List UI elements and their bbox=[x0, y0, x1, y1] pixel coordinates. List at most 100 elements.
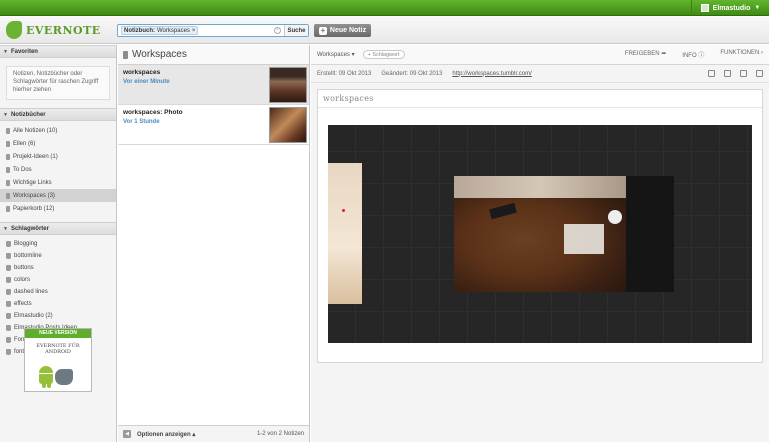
favorites-title: Favoriten bbox=[10, 48, 38, 55]
note-content[interactable]: workspaces bbox=[317, 89, 763, 363]
collapse-triangle-icon: ▼ bbox=[3, 225, 8, 232]
tag-label: effects bbox=[14, 301, 32, 307]
android-promo-banner[interactable]: NEUE VERSION EVERNOTE FÜR ANDROID bbox=[24, 328, 92, 392]
tag-icon bbox=[6, 301, 11, 307]
tag-label: buttons bbox=[14, 265, 34, 271]
sidebar: ▼ Favoriten Notizen, Notizbücher oder Sc… bbox=[0, 45, 117, 442]
user-avatar bbox=[700, 4, 709, 12]
search-filter-chip[interactable]: Notizbuch: Workspaces × bbox=[121, 26, 199, 35]
collapse-arrow-icon[interactable]: ◀ bbox=[123, 430, 131, 438]
tag-icon bbox=[6, 241, 11, 247]
sidebar-item-workspaces[interactable]: Workspaces (3) bbox=[0, 189, 116, 202]
sidebar-tag-elmastudio[interactable]: Elmastudio (2) bbox=[0, 310, 116, 322]
logo-text: EVERNOTE bbox=[26, 23, 101, 37]
sidebar-item-ellen[interactable]: Ellen (6) bbox=[0, 137, 116, 150]
note-list: Workspaces workspaces Vor einer Minute w… bbox=[118, 45, 310, 442]
notebook-icon bbox=[6, 140, 10, 147]
source-url-link[interactable]: http://workspaces.tumblr.com/ bbox=[452, 71, 531, 77]
tag-icon bbox=[6, 253, 11, 259]
functions-label: FUNKTIONEN bbox=[720, 50, 760, 56]
tag-icon bbox=[6, 265, 11, 271]
tag-label: colors bbox=[14, 277, 31, 283]
chip-close-icon[interactable]: × bbox=[192, 28, 196, 34]
promo-line-2: ANDROID bbox=[45, 349, 71, 355]
tag-icon bbox=[6, 325, 11, 331]
sidebar-item-alle-notizen[interactable]: Alle Notizen (10) bbox=[0, 124, 116, 137]
promo-band: NEUE VERSION bbox=[25, 329, 91, 338]
side-photo-strip bbox=[328, 163, 362, 304]
share-button[interactable]: FREIGEBEN ➦ bbox=[625, 50, 666, 59]
tag-icon bbox=[6, 289, 11, 295]
evernote-elephant-icon bbox=[55, 369, 73, 385]
info-label: INFO bbox=[682, 53, 697, 59]
changed-date: Geändert: 09 Okt 2013 bbox=[381, 70, 443, 77]
red-marker bbox=[342, 209, 345, 212]
created-date: Erstellt: 09 Okt 2013 bbox=[317, 70, 372, 77]
header: EVERNOTE Notizbuch: Workspaces × × Suche… bbox=[0, 17, 769, 44]
elephant-logo-icon bbox=[6, 21, 22, 39]
info-icon: ⓘ bbox=[698, 53, 705, 59]
copy-icon[interactable] bbox=[724, 70, 731, 77]
user-name: Elmastudio bbox=[712, 4, 751, 12]
notebook-label: Wichtige Links bbox=[13, 179, 52, 186]
tags-header[interactable]: ▼ Schlagwörter bbox=[0, 222, 116, 235]
notebook-icon bbox=[6, 153, 10, 160]
favorites-header[interactable]: ▼ Favoriten bbox=[0, 45, 116, 58]
evernote-logo[interactable]: EVERNOTE bbox=[6, 21, 101, 39]
duplicate-icon[interactable] bbox=[740, 70, 747, 77]
trash-icon bbox=[6, 205, 10, 212]
favorites-dropzone[interactable]: Notizen, Notizbücher oder Schlagwörter f… bbox=[6, 66, 110, 100]
notebooks-title: Notizbücher bbox=[10, 111, 46, 118]
tag-label: dashed lines bbox=[14, 289, 48, 295]
note-thumbnail bbox=[269, 107, 307, 143]
notebook-select[interactable]: Workspaces ▾ bbox=[317, 51, 355, 58]
desk-photo bbox=[454, 176, 626, 292]
editor-toolbar: Workspaces ▾ + Schlagwort FREIGEBEN ➦ IN… bbox=[311, 45, 769, 65]
tags-title: Schlagwörter bbox=[10, 225, 49, 232]
notebooks-header[interactable]: ▼ Notizbücher bbox=[0, 108, 116, 121]
new-note-button[interactable]: + Neue Notiz bbox=[314, 24, 371, 37]
tag-label: Blogging bbox=[14, 241, 38, 247]
notebook-label: Ellen (6) bbox=[13, 140, 36, 147]
top-bar: Elmastudio ▼ bbox=[0, 0, 769, 16]
functions-button[interactable]: FUNKTIONEN › bbox=[720, 50, 763, 59]
show-options-link[interactable]: Optionen anzeigen ▴ bbox=[137, 431, 195, 438]
note-title-field[interactable]: workspaces bbox=[318, 90, 762, 108]
sidebar-item-wichtige-links[interactable]: Wichtige Links bbox=[0, 176, 116, 189]
new-note-label: Neue Notiz bbox=[329, 27, 367, 34]
note-meta: Erstellt: 09 Okt 2013 Geändert: 09 Okt 2… bbox=[311, 65, 769, 83]
search-input[interactable]: Notizbuch: Workspaces × × Suche bbox=[117, 24, 309, 37]
sidebar-item-projekt-ideen[interactable]: Projekt-Ideen (1) bbox=[0, 150, 116, 163]
workspace-photo bbox=[328, 125, 752, 343]
notebook-icon bbox=[6, 192, 10, 199]
list-item[interactable]: workspaces Vor einer Minute bbox=[118, 65, 309, 105]
chevron-right-icon: › bbox=[761, 50, 763, 56]
sidebar-tag-buttons[interactable]: buttons bbox=[0, 262, 116, 274]
note-editor: Workspaces ▾ + Schlagwort FREIGEBEN ➦ IN… bbox=[311, 45, 769, 442]
tag-label: bottomline bbox=[14, 253, 42, 259]
search-button[interactable]: Suche bbox=[284, 25, 308, 36]
sidebar-tag-dashed-lines[interactable]: dashed lines bbox=[0, 286, 116, 298]
info-button[interactable]: INFO ⓘ bbox=[682, 50, 704, 59]
clear-search-icon[interactable]: × bbox=[274, 27, 281, 34]
note-list-title: Workspaces bbox=[132, 49, 187, 60]
add-tag-button[interactable]: + Schlagwort bbox=[362, 50, 405, 59]
tag-icon bbox=[6, 337, 11, 343]
sidebar-item-to-dos[interactable]: To Dos bbox=[0, 163, 116, 176]
notebook-label: Workspaces (3) bbox=[13, 192, 55, 199]
reminder-icon[interactable] bbox=[708, 70, 715, 77]
share-arrow-icon: ➦ bbox=[661, 51, 667, 57]
collapse-triangle-icon: ▼ bbox=[3, 48, 8, 55]
notebook-label: Alle Notizen (10) bbox=[13, 127, 58, 134]
share-label: FREIGEBEN bbox=[624, 51, 660, 57]
list-item[interactable]: workspaces: Photo Vor 1 Stunde bbox=[118, 105, 309, 145]
notebook-label: Papierkorb (12) bbox=[13, 205, 55, 212]
sidebar-tag-blogging[interactable]: Blogging bbox=[0, 238, 116, 250]
user-menu[interactable]: Elmastudio ▼ bbox=[691, 0, 769, 16]
android-robot-icon bbox=[37, 366, 55, 388]
sidebar-tag-bottomline[interactable]: bottomline bbox=[0, 250, 116, 262]
trash-icon[interactable] bbox=[756, 70, 763, 77]
sidebar-tag-colors[interactable]: colors bbox=[0, 274, 116, 286]
sidebar-tag-effects[interactable]: effects bbox=[0, 298, 116, 310]
sidebar-item-papierkorb[interactable]: Papierkorb (12) bbox=[0, 202, 116, 215]
